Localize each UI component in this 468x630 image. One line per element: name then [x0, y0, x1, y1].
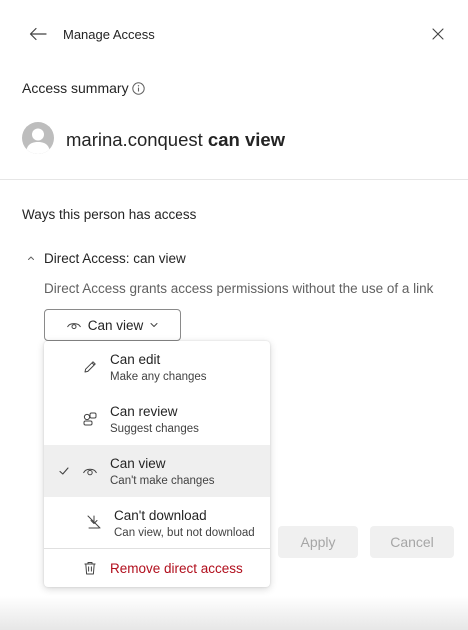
chevron-up-icon[interactable] [25, 252, 37, 264]
bottom-fade [0, 596, 468, 630]
permission-menu: Can edit Make any changes Can review Sug… [44, 341, 270, 587]
direct-access-label[interactable]: Direct Access: can view [44, 251, 186, 266]
pencil-icon [84, 361, 96, 373]
ways-heading: Ways this person has access [22, 207, 197, 222]
direct-access-description: Direct Access grants access permissions … [44, 281, 434, 296]
menu-item-title: Can review [110, 404, 178, 419]
menu-item-can-view[interactable]: Can view Can't make changes [44, 445, 270, 497]
person-icon [26, 128, 50, 154]
avatar [22, 122, 54, 154]
cancel-button[interactable]: Cancel [370, 526, 454, 558]
no-download-icon [87, 515, 101, 529]
user-name: marina.conquest [66, 129, 203, 150]
arrow-left-icon [29, 27, 47, 41]
eye-icon [83, 468, 97, 476]
chevron-down-icon [150, 323, 158, 327]
page-title: Manage Access [63, 27, 155, 42]
permission-dropdown[interactable]: Can view [44, 309, 181, 341]
user-permission: can view [207, 129, 286, 150]
close-button[interactable] [428, 24, 448, 44]
apply-button[interactable]: Apply [278, 526, 358, 558]
section-divider [0, 179, 468, 180]
menu-item-can-review[interactable]: Can review Suggest changes [44, 393, 270, 445]
menu-item-cant-download[interactable]: Can't download Can view, but not downloa… [44, 497, 270, 548]
menu-item-subtitle: Make any changes [110, 371, 207, 383]
user-access-line: marina.conquest can view [66, 129, 285, 151]
access-summary-label: Access summary [22, 80, 129, 96]
panel-header: Manage Access [0, 0, 468, 68]
eye-icon [66, 323, 81, 330]
back-button[interactable] [26, 22, 50, 46]
menu-item-title: Can edit [110, 352, 161, 367]
menu-item-subtitle: Can't make changes [110, 475, 215, 487]
review-icon [83, 412, 97, 426]
menu-item-subtitle: Can view, but not download [114, 527, 255, 539]
manage-access-panel: Manage Access Access summary marina.conq… [0, 0, 468, 630]
menu-item-title: Can't download [114, 508, 207, 523]
menu-item-can-edit[interactable]: Can edit Make any changes [44, 341, 270, 393]
trash-icon [84, 562, 96, 575]
info-icon[interactable] [132, 82, 145, 95]
menu-item-title: Can view [110, 456, 166, 471]
permission-dropdown-value: Can view [87, 317, 144, 333]
menu-item-subtitle: Suggest changes [110, 423, 199, 435]
close-icon [432, 28, 444, 40]
checkmark-icon [59, 467, 69, 475]
remove-access-label: Remove direct access [110, 561, 243, 576]
menu-item-remove-direct-access[interactable]: Remove direct access [44, 549, 270, 587]
